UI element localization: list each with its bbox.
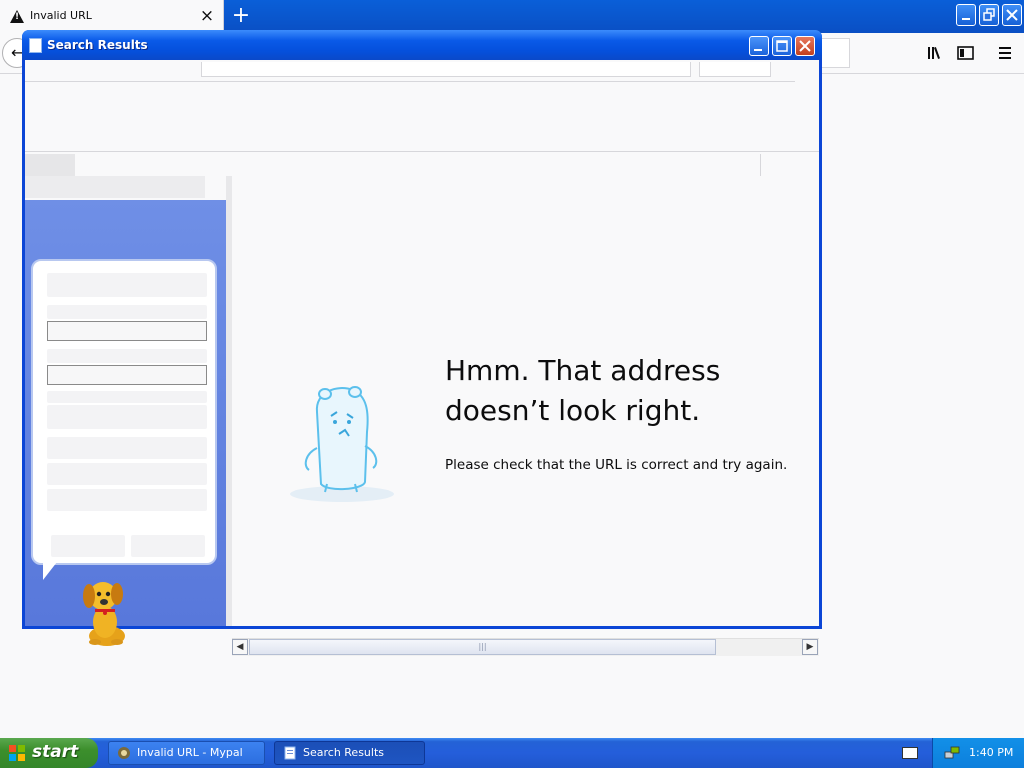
url-bar[interactable] xyxy=(201,62,691,77)
taskbar-button-search-results[interactable]: Search Results xyxy=(274,741,425,765)
start-button[interactable]: start xyxy=(0,738,98,768)
tab-strip: Invalid URL × + xyxy=(0,0,1024,33)
error-description: Please check that the URL is correct and… xyxy=(445,457,788,473)
start-label: start xyxy=(32,742,79,762)
document-icon xyxy=(284,746,296,760)
balloon-heading xyxy=(47,273,207,297)
tab-close-icon[interactable]: × xyxy=(198,6,216,26)
document-icon xyxy=(29,38,42,53)
content-header xyxy=(25,60,819,152)
scroll-thumb[interactable]: ||| xyxy=(249,639,716,655)
search-balloon xyxy=(31,259,217,565)
network-icon[interactable] xyxy=(943,744,961,762)
library-icon[interactable] xyxy=(924,44,946,66)
scroll-left-button[interactable]: ◀ xyxy=(232,639,248,655)
pane-splitter[interactable] xyxy=(226,176,232,626)
mypal-icon xyxy=(118,747,130,759)
taskbar: start Invalid URL - Mypal Search Results… xyxy=(0,738,1024,768)
windows-logo-icon xyxy=(9,745,25,761)
window-minimize-button[interactable] xyxy=(749,36,769,56)
restore-icon xyxy=(983,8,995,21)
taskbar-button-label: Search Results xyxy=(303,746,385,759)
search-option[interactable] xyxy=(47,489,207,511)
divider xyxy=(760,154,761,176)
maximize-icon xyxy=(776,40,788,52)
divider xyxy=(25,81,795,82)
taskbar-button-label: Invalid URL - Mypal xyxy=(137,746,243,759)
tab-title: Invalid URL xyxy=(30,9,92,22)
back-balloon-button[interactable] xyxy=(51,535,125,557)
search-companion-pane xyxy=(25,200,226,646)
taskbar-button-mypal[interactable]: Invalid URL - Mypal xyxy=(108,741,265,765)
keyboard-icon[interactable] xyxy=(902,747,918,759)
search-bar[interactable] xyxy=(699,62,771,77)
search-name-input[interactable] xyxy=(47,321,207,341)
window-titlebar[interactable]: Search Results xyxy=(22,30,822,60)
scroll-right-button[interactable]: ▶ xyxy=(802,639,818,655)
field-label xyxy=(47,391,207,403)
window-content: Hmm. That address doesn’t look right. Pl… xyxy=(25,60,819,656)
field-label xyxy=(47,305,207,319)
search-dog-icon[interactable] xyxy=(75,576,135,648)
search-results-window: Search Results Hmm. That address doesn’t… xyxy=(22,30,822,656)
browser-minimize-button[interactable] xyxy=(956,4,976,26)
horizontal-scrollbar[interactable]: ◀ ||| ▶ xyxy=(232,638,819,656)
toolbar-strip xyxy=(25,154,75,176)
search-option[interactable] xyxy=(47,437,207,459)
close-icon xyxy=(799,40,811,52)
system-tray: 1:40 PM xyxy=(932,738,1024,768)
clock[interactable]: 1:40 PM xyxy=(969,746,1013,759)
look-in-select[interactable] xyxy=(47,405,207,429)
new-tab-button[interactable]: + xyxy=(230,3,252,28)
confused-hamster-icon xyxy=(290,386,394,502)
warning-icon xyxy=(10,10,24,23)
minimize-icon xyxy=(754,49,762,51)
close-icon xyxy=(1006,9,1018,21)
window-close-button[interactable] xyxy=(795,36,815,56)
window-title: Search Results xyxy=(47,38,148,52)
browser-restore-button[interactable] xyxy=(979,4,999,26)
sidebar-icon[interactable] xyxy=(955,44,977,66)
field-label xyxy=(47,349,207,363)
search-button[interactable] xyxy=(131,535,205,557)
search-option[interactable] xyxy=(47,463,207,485)
tab-invalid-url[interactable]: Invalid URL × xyxy=(0,0,224,33)
search-text-input[interactable] xyxy=(47,365,207,385)
sidebar-header xyxy=(25,176,205,198)
balloon-tail xyxy=(43,562,57,580)
browser-close-button[interactable] xyxy=(1002,4,1022,26)
minimize-icon xyxy=(962,18,970,20)
window-maximize-button[interactable] xyxy=(772,36,792,56)
menu-icon[interactable] xyxy=(994,44,1016,66)
error-title: Hmm. That address doesn’t look right. xyxy=(445,354,721,427)
